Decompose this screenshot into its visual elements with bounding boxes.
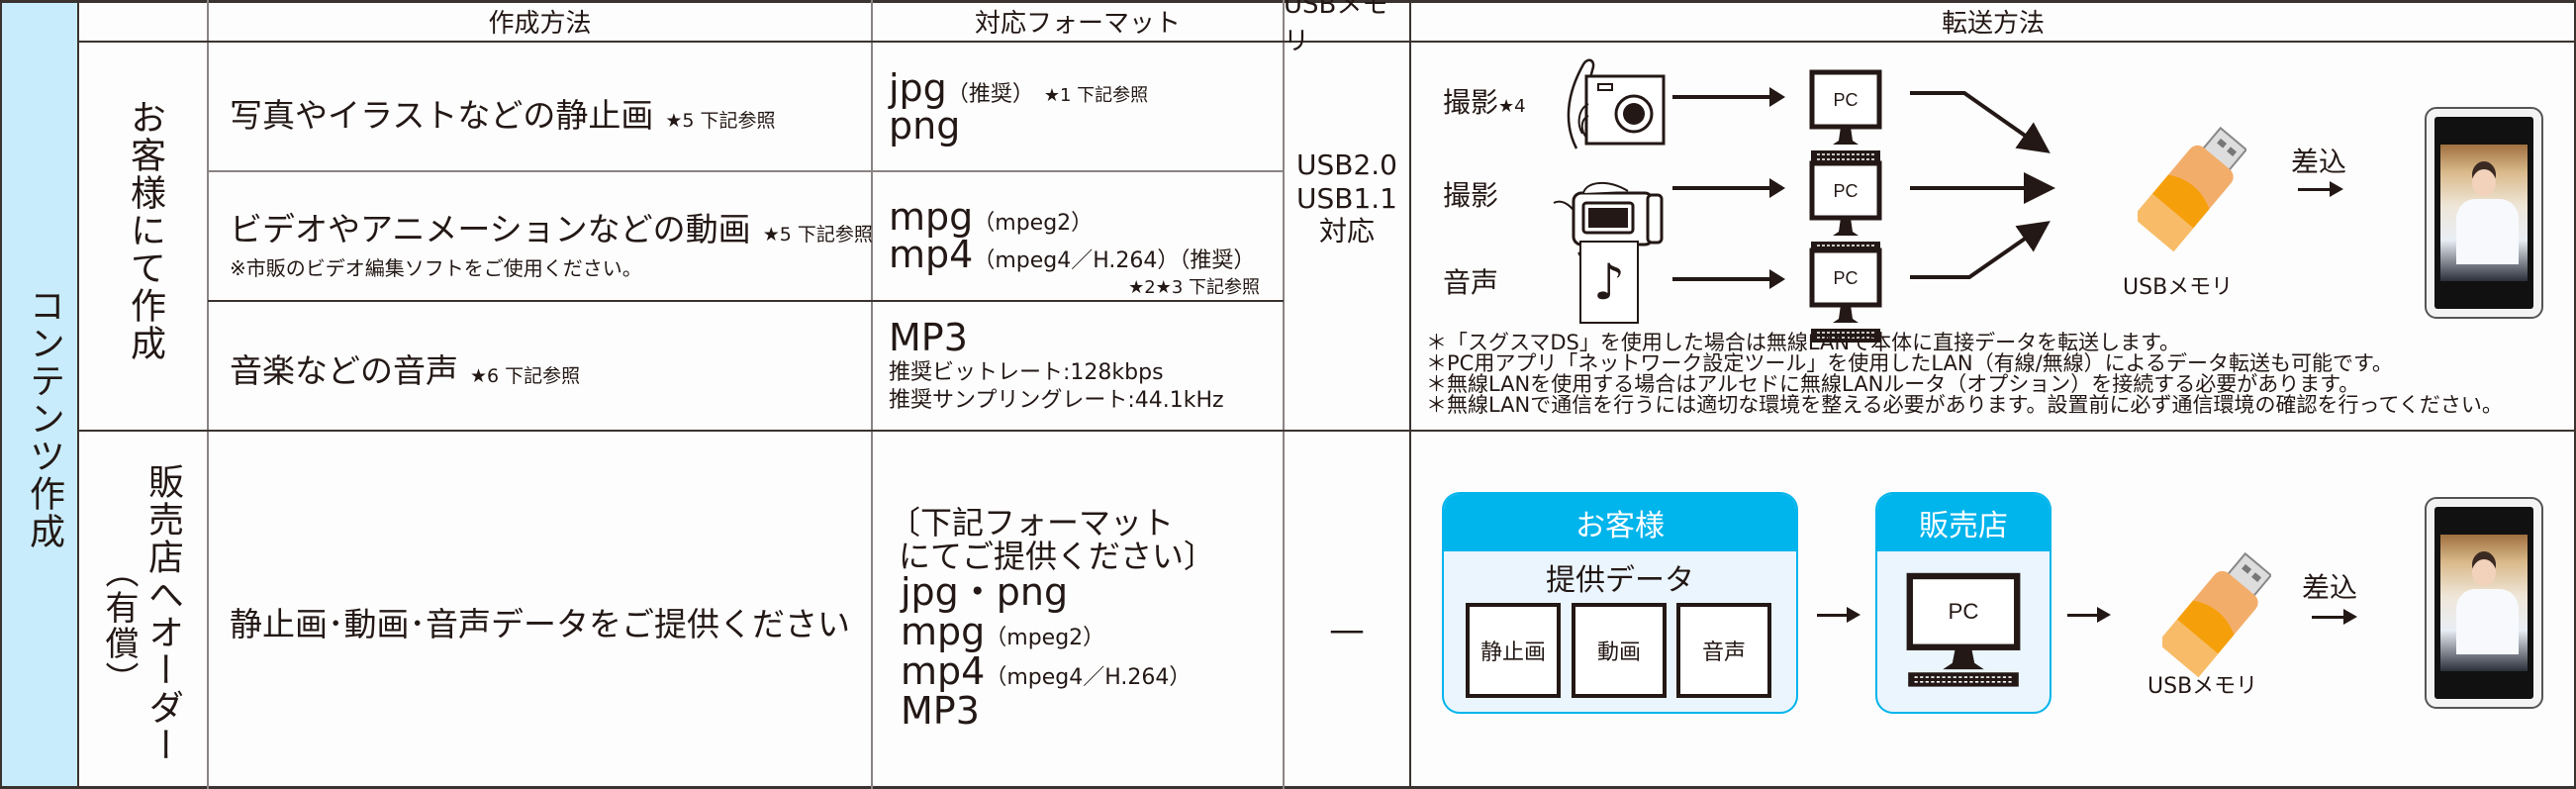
row-divider	[208, 170, 1284, 172]
method-text: ビデオやアニメーションなどの動画	[230, 210, 751, 248]
usb-version: USB2.0	[1295, 148, 1397, 181]
method-still-image: 写真やイラストなどの静止画 ★5 下記参照	[230, 89, 776, 137]
customer-box: お客様 提供データ 静止画 動画 音声	[1442, 492, 1798, 714]
pc-icon: PC	[1906, 572, 2021, 687]
format-shop-order: 〔下記フォーマット にてご提供ください〕 jpg・png mpg（mpeg2） …	[889, 504, 1216, 733]
format-detail: 推奨サンプリングレート:44.1kHz	[889, 388, 1224, 413]
col-divider	[871, 0, 873, 789]
customer-box-title: お客様	[1444, 494, 1796, 551]
col-divider	[1409, 0, 1411, 789]
header-format: 対応フォーマット	[974, 8, 1181, 39]
format-main: MP3	[901, 688, 980, 733]
source-label: 音声	[1443, 266, 1499, 299]
group-divider	[78, 430, 2576, 432]
data-item-video: 動画	[1572, 603, 1667, 698]
format-sub: （mpeg2）	[973, 211, 1094, 236]
arrow-right-icon	[1672, 269, 1785, 289]
insert-label: 差込	[2302, 571, 2358, 604]
signage-tablet-image	[2425, 497, 2543, 709]
method-ref: ★5 下記参照	[665, 110, 776, 132]
format-still-image: jpg（推奨） ★1 下記参照 png	[889, 69, 1148, 145]
transfer-note: ＊無線LANで通信を行うには適切な環境を整える必要があります。設置前に必ず通信環…	[1426, 393, 2503, 417]
usb-compat: 対応	[1318, 215, 1375, 248]
camera-icon	[1567, 58, 1666, 149]
format-sub: （mpeg4／H.264）	[985, 664, 1192, 690]
format-detail: 推奨ビットレート:128kbps	[889, 360, 1164, 385]
format-video: mpg（mpeg2） mp4（mpeg4／H.264）（推奨）	[889, 198, 1255, 273]
source-label: 撮影★4	[1443, 86, 1526, 119]
col-divider	[207, 0, 209, 789]
insert-label: 差込	[2291, 146, 2347, 178]
method-shop-order: 静止画･動画･音声データをご提供ください	[230, 605, 850, 643]
pc-icon: PC	[1809, 69, 1882, 164]
header-transfer: 転送方法	[1941, 8, 2045, 39]
arrow-right-icon	[2312, 609, 2357, 625]
header-method: 作成方法	[488, 8, 592, 39]
shop-group-label: 販売店へオーダー	[143, 463, 183, 764]
merge-arrows	[1910, 91, 2055, 279]
usb-label: USBメモリ	[2123, 275, 2234, 300]
format-main: MP3	[889, 316, 968, 359]
col-divider	[77, 0, 79, 789]
method-note: ※市販のビデオ編集ソフトをご使用ください。	[230, 256, 642, 280]
format-main: mp4	[901, 648, 986, 693]
arrow-right-icon	[1817, 607, 1860, 623]
format-main: mpg	[901, 610, 986, 654]
arrow-right-icon	[2067, 607, 2111, 623]
svg-text:PC: PC	[1833, 181, 1858, 201]
format-main: mp4	[889, 233, 974, 276]
usb-stick-icon	[2162, 551, 2271, 678]
usb-version: USB1.1	[1295, 181, 1397, 215]
usb-support: USB2.0 USB1.1 対応	[1284, 148, 1410, 248]
svg-text:PC: PC	[1833, 90, 1858, 110]
provided-data-label: 提供データ	[1546, 563, 1694, 598]
format-intro: にてご提供ください〕	[899, 537, 1216, 575]
format-audio: MP3 推奨ビットレート:128kbps 推奨サンプリングレート:44.1kHz	[889, 319, 1224, 412]
svg-text:PC: PC	[1833, 268, 1858, 288]
pc-icon: PC	[1809, 160, 1882, 255]
format-main: png	[889, 104, 961, 148]
format-intro: 〔下記フォーマット	[889, 504, 1175, 542]
section-label: コンテンツ作成	[24, 287, 64, 550]
shop-box-title: 販売店	[1877, 494, 2050, 551]
method-ref: ★6 下記参照	[470, 365, 581, 387]
data-item-audio: 音声	[1676, 603, 1771, 698]
usb-label: USBメモリ	[2147, 674, 2258, 699]
arrow-right-icon	[1672, 87, 1785, 107]
music-note-icon: ♪	[1579, 241, 1639, 324]
header-usb: USBメモリ	[1284, 0, 1388, 56]
arrow-right-icon	[2298, 181, 2343, 197]
format-ref: ★2★3 下記参照	[1128, 277, 1260, 298]
method-video: ビデオやアニメーションなどの動画 ★5 下記参照 ※市販のビデオ編集ソフトをご使用…	[230, 203, 873, 281]
col-divider	[1283, 0, 1285, 789]
format-main: jpg・png	[901, 570, 1069, 615]
shop-box: 販売店 PC	[1875, 492, 2051, 714]
shop-group-label-sub: （有償）	[99, 554, 139, 697]
data-item-still: 静止画	[1466, 603, 1561, 698]
customer-group-label: お客様にて作成	[125, 99, 165, 362]
format-sub: （mpeg4／H.264）（推奨）	[973, 248, 1256, 273]
usb-support-none: —	[1329, 610, 1365, 650]
method-text: 音楽などの音声	[230, 351, 458, 390]
arrow-right-icon	[1672, 178, 1785, 198]
svg-text:PC: PC	[1949, 599, 1979, 624]
method-text: 写真やイラストなどの静止画	[230, 96, 654, 135]
method-ref: ★5 下記参照	[762, 224, 873, 246]
signage-tablet-image	[2425, 107, 2543, 319]
row-divider	[208, 300, 1284, 302]
table-left-border	[0, 0, 2, 789]
format-sub: （mpeg2）	[985, 626, 1105, 651]
source-label: 撮影	[1443, 179, 1499, 212]
format-ref: ★1 下記参照	[1043, 85, 1149, 106]
usb-stick-icon	[2138, 126, 2246, 252]
method-audio: 音楽などの音声 ★6 下記参照	[230, 345, 580, 392]
